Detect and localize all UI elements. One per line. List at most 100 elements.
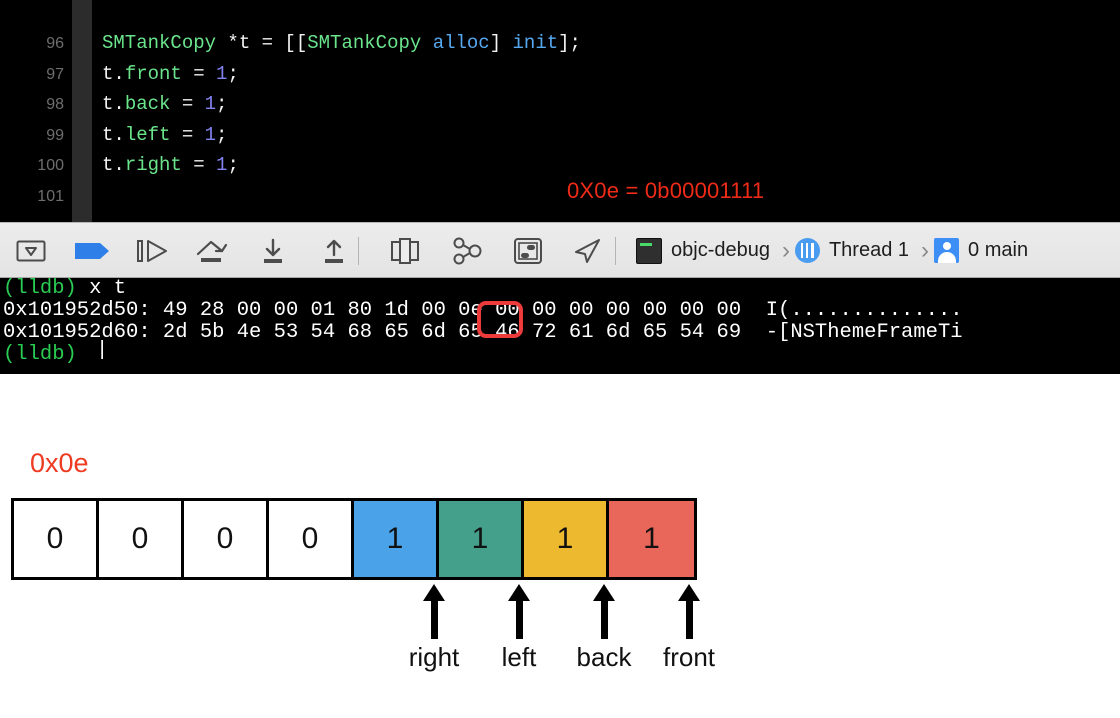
thread-icon xyxy=(794,238,820,263)
breadcrumb-frame-label[interactable]: 0 main xyxy=(968,239,1028,262)
debug-toolbar: objc-debug › Thread 1 › 0 main xyxy=(0,222,1120,278)
code-token: t. xyxy=(102,123,125,146)
step-into-icon[interactable] xyxy=(256,223,290,278)
bit-cell: 1 xyxy=(439,501,524,577)
code-line: 100 t.right = 1; xyxy=(0,150,1120,181)
code-token: t. xyxy=(102,93,125,115)
code-token: ] xyxy=(489,32,513,54)
code-token: *t = [[ xyxy=(227,32,308,54)
code-token: 1 xyxy=(204,123,217,146)
code-token: = xyxy=(170,93,205,115)
breadcrumb-thread-label[interactable]: Thread 1 xyxy=(829,239,909,262)
line-number: 99 xyxy=(46,126,64,144)
pointer-arrow xyxy=(592,584,616,639)
line-number: 96 xyxy=(46,35,64,52)
code-token: t. xyxy=(102,154,125,176)
bit-cell: 1 xyxy=(524,501,609,577)
bit-cell: 0 xyxy=(269,501,354,577)
arrow-stem xyxy=(515,601,523,639)
code-annotation-text: 0X0e = 0b00001111 xyxy=(567,178,765,203)
code-token: left xyxy=(124,123,171,146)
diagram-hex-label: 0x0e xyxy=(30,448,89,478)
console-command-line: (lldb) x t xyxy=(3,278,126,300)
code-token: front xyxy=(124,62,182,85)
continue-breakpoints-icon[interactable] xyxy=(73,223,111,278)
arrow-head-icon xyxy=(423,584,445,601)
console-prompt: (lldb) xyxy=(3,278,77,300)
toolbar-separator-1 xyxy=(358,237,359,265)
bit-row: 00001111 xyxy=(11,498,697,580)
code-token: init xyxy=(512,32,559,54)
breadcrumb-scheme-label[interactable]: objc-debug xyxy=(671,239,770,262)
bit-cell: 0 xyxy=(14,501,99,577)
debug-view-hierarchy-icon[interactable] xyxy=(388,223,422,278)
code-editor[interactable]: 96 SMTankCopy *t = [[SMTankCopy alloc] in… xyxy=(0,0,1120,222)
stack-frame-icon xyxy=(934,238,960,263)
chevron-right-icon-1: › xyxy=(781,236,790,264)
code-token: ]; xyxy=(558,32,581,54)
code-token: = xyxy=(170,123,205,146)
code-token: ; xyxy=(216,123,228,146)
pointer-arrow xyxy=(422,584,446,639)
hide-debug-area-icon[interactable] xyxy=(14,223,48,278)
console-command: x t xyxy=(76,278,127,300)
code-text: t.front = 1; xyxy=(102,59,239,90)
code-line: 96 SMTankCopy *t = [[SMTankCopy alloc] in… xyxy=(0,28,1120,59)
code-token: alloc xyxy=(432,32,490,54)
scheme-icon xyxy=(636,237,662,264)
chevron-right-icon-2: › xyxy=(921,236,930,264)
bit-cell: 0 xyxy=(99,501,184,577)
code-token: 1 xyxy=(216,154,228,176)
code-token: SMTankCopy xyxy=(307,32,422,54)
code-text: t.back = 1; xyxy=(102,89,227,120)
line-number: 97 xyxy=(46,65,64,83)
code-token: ; xyxy=(227,62,239,85)
code-token: ; xyxy=(216,93,228,115)
arrow-stem xyxy=(430,601,438,639)
code-token: SMTankCopy xyxy=(102,32,228,54)
code-token: right xyxy=(124,154,182,176)
code-token: 1 xyxy=(216,62,228,85)
code-line: 101 xyxy=(0,181,1120,212)
code-line: 98 t.back = 1; xyxy=(0,89,1120,120)
continue-execution-icon[interactable] xyxy=(135,223,171,278)
bit-diagram: 0x0e 00001111 right left back front xyxy=(0,374,1120,718)
arrow-head-icon xyxy=(678,584,700,601)
code-token: = xyxy=(181,154,217,176)
lldb-console[interactable]: (lldb) x t 0x101952d50: 49 28 00 00 01 8… xyxy=(0,278,1120,374)
pointer-label: front xyxy=(662,642,716,672)
arrow-stem xyxy=(600,601,608,639)
line-number: 101 xyxy=(37,187,64,205)
debug-gauges-icon[interactable] xyxy=(512,223,544,278)
memory-graph-icon[interactable] xyxy=(450,223,486,278)
simulate-location-icon[interactable] xyxy=(572,223,604,278)
console-partial-prompt: (lldb) xyxy=(3,343,77,366)
step-out-icon[interactable] xyxy=(317,223,351,278)
step-over-icon[interactable] xyxy=(195,223,233,278)
code-text: t.right = 1; xyxy=(102,150,239,181)
line-number: 98 xyxy=(46,96,64,113)
arrow-head-icon xyxy=(508,584,530,601)
bit-cell: 1 xyxy=(609,501,694,577)
code-token: back xyxy=(124,93,171,115)
line-number: 100 xyxy=(37,157,64,174)
bit-cell: 1 xyxy=(354,501,439,577)
code-token: = xyxy=(181,62,217,85)
breadcrumb: objc-debug › Thread 1 › 0 main xyxy=(636,223,1035,278)
arrow-head-icon xyxy=(593,584,615,601)
code-line: 97 t.front = 1; xyxy=(0,59,1120,90)
pointer-arrow xyxy=(677,584,701,639)
bit-cell: 0 xyxy=(184,501,269,577)
console-output-line-2: 0x101952d60: 2d 5b 4e 53 54 68 65 6d 65 … xyxy=(3,321,963,344)
code-text: t.left = 1; xyxy=(102,120,227,151)
code-text: SMTankCopy *t = [[SMTankCopy alloc] init… xyxy=(102,28,581,59)
code-token: 1 xyxy=(204,93,217,115)
code-token: t. xyxy=(102,62,125,85)
console-output-line-1: 0x101952d50: 49 28 00 00 01 80 1d 00 0e … xyxy=(3,299,963,322)
pointer-arrow xyxy=(507,584,531,639)
toolbar-separator-2 xyxy=(615,237,616,265)
code-token: ; xyxy=(227,154,239,176)
console-caret: | xyxy=(96,339,109,362)
arrow-stem xyxy=(685,601,693,639)
